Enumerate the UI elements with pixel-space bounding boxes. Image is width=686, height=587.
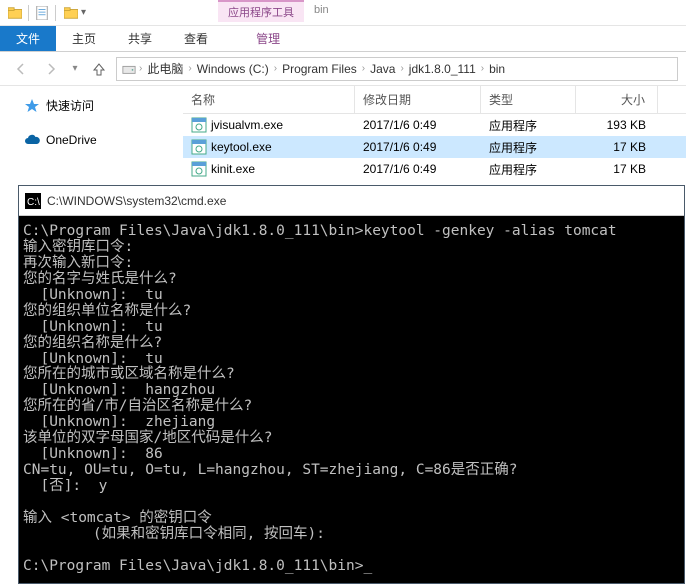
header-size[interactable]: 大小 bbox=[576, 86, 658, 113]
crumb-jdk[interactable]: jdk1.8.0_111 bbox=[406, 62, 479, 76]
cmd-titlebar[interactable]: C:\ C:\WINDOWS\system32\cmd.exe bbox=[19, 186, 684, 216]
tab-share[interactable]: 共享 bbox=[112, 26, 168, 51]
file-row[interactable]: kinit.exe 2017/1/6 0:49应用程序17 KB bbox=[183, 158, 686, 180]
sidebar-item-quick-access[interactable]: 快速访问 bbox=[12, 94, 183, 117]
cmd-window[interactable]: C:\ C:\WINDOWS\system32\cmd.exe C:\Progr… bbox=[18, 185, 685, 584]
address-bar: ▾ › 此电脑 › Windows (C:) › Program Files ›… bbox=[0, 52, 686, 86]
crumb-pc[interactable]: 此电脑 bbox=[144, 60, 186, 77]
chevron-right-icon: › bbox=[272, 63, 279, 74]
sidebar-item-label: 快速访问 bbox=[46, 97, 94, 114]
file-type: 应用程序 bbox=[481, 137, 576, 158]
chevron-down-icon: ▾ bbox=[81, 7, 86, 18]
recent-dropdown[interactable]: ▾ bbox=[68, 56, 82, 82]
sidebar: 快速访问 OneDrive bbox=[0, 86, 183, 189]
drive-icon bbox=[121, 61, 137, 77]
chevron-right-icon: › bbox=[398, 63, 405, 74]
crumb-drive[interactable]: Windows (C:) bbox=[194, 62, 272, 76]
context-tab-label: 应用程序工具 bbox=[218, 0, 304, 22]
chevron-right-icon: › bbox=[360, 63, 367, 74]
cmd-output[interactable]: C:\Program Files\Java\jdk1.8.0_111\bin>k… bbox=[19, 216, 684, 583]
exe-icon bbox=[191, 117, 207, 133]
file-size: 193 KB bbox=[576, 116, 658, 134]
properties-icon[interactable] bbox=[31, 2, 53, 24]
file-size: 17 KB bbox=[576, 138, 658, 156]
tab-view[interactable]: 查看 bbox=[168, 26, 224, 51]
file-date: 2017/1/6 0:49 bbox=[355, 138, 481, 156]
up-button[interactable] bbox=[86, 56, 112, 82]
file-name: kinit.exe bbox=[211, 162, 255, 176]
sidebar-item-label: OneDrive bbox=[46, 133, 97, 147]
crumb-pf[interactable]: Program Files bbox=[279, 62, 360, 76]
file-row[interactable]: keytool.exe 2017/1/6 0:49应用程序17 KB bbox=[183, 136, 686, 158]
folder-name-label: bin bbox=[304, 0, 339, 26]
sidebar-item-onedrive[interactable]: OneDrive bbox=[12, 129, 183, 151]
ribbon-tabs: 文件 主页 共享 查看 管理 bbox=[0, 26, 686, 52]
file-date: 2017/1/6 0:49 bbox=[355, 160, 481, 178]
file-type: 应用程序 bbox=[481, 159, 576, 180]
tab-manage[interactable]: 管理 bbox=[240, 26, 296, 51]
file-date: 2017/1/6 0:49 bbox=[355, 116, 481, 134]
new-folder-btn[interactable]: ▾ bbox=[58, 4, 92, 22]
file-type: 应用程序 bbox=[481, 115, 576, 136]
app-icon[interactable] bbox=[4, 2, 26, 24]
exe-icon bbox=[191, 139, 207, 155]
file-size: 17 KB bbox=[576, 160, 658, 178]
tab-home[interactable]: 主页 bbox=[56, 26, 112, 51]
tab-file[interactable]: 文件 bbox=[0, 26, 56, 51]
crumb-bin[interactable]: bin bbox=[486, 62, 508, 76]
cmd-icon: C:\ bbox=[25, 193, 41, 209]
header-type[interactable]: 类型 bbox=[481, 86, 576, 113]
header-date[interactable]: 修改日期 bbox=[355, 86, 481, 113]
chevron-right-icon: › bbox=[186, 63, 193, 74]
exe-icon bbox=[191, 161, 207, 177]
header-name[interactable]: 名称 bbox=[183, 86, 355, 113]
svg-text:C:\: C:\ bbox=[27, 197, 40, 208]
file-list: 名称 修改日期 类型 大小 jvisualvm.exe 2017/1/6 0:49… bbox=[183, 86, 686, 189]
chevron-right-icon: › bbox=[137, 63, 144, 74]
back-button[interactable] bbox=[8, 56, 34, 82]
file-row[interactable]: jvisualvm.exe 2017/1/6 0:49应用程序193 KB bbox=[183, 114, 686, 136]
star-icon bbox=[24, 98, 40, 114]
cmd-title-text: C:\WINDOWS\system32\cmd.exe bbox=[47, 194, 226, 208]
file-name: keytool.exe bbox=[211, 140, 272, 154]
crumb-java[interactable]: Java bbox=[367, 62, 398, 76]
quick-access-toolbar: ▾ 应用程序工具 bin bbox=[0, 0, 686, 26]
file-list-header[interactable]: 名称 修改日期 类型 大小 bbox=[183, 86, 686, 114]
file-name: jvisualvm.exe bbox=[211, 118, 283, 132]
cloud-icon bbox=[24, 132, 40, 148]
breadcrumb[interactable]: › 此电脑 › Windows (C:) › Program Files › J… bbox=[116, 57, 678, 81]
forward-button[interactable] bbox=[38, 56, 64, 82]
chevron-right-icon: › bbox=[479, 63, 486, 74]
